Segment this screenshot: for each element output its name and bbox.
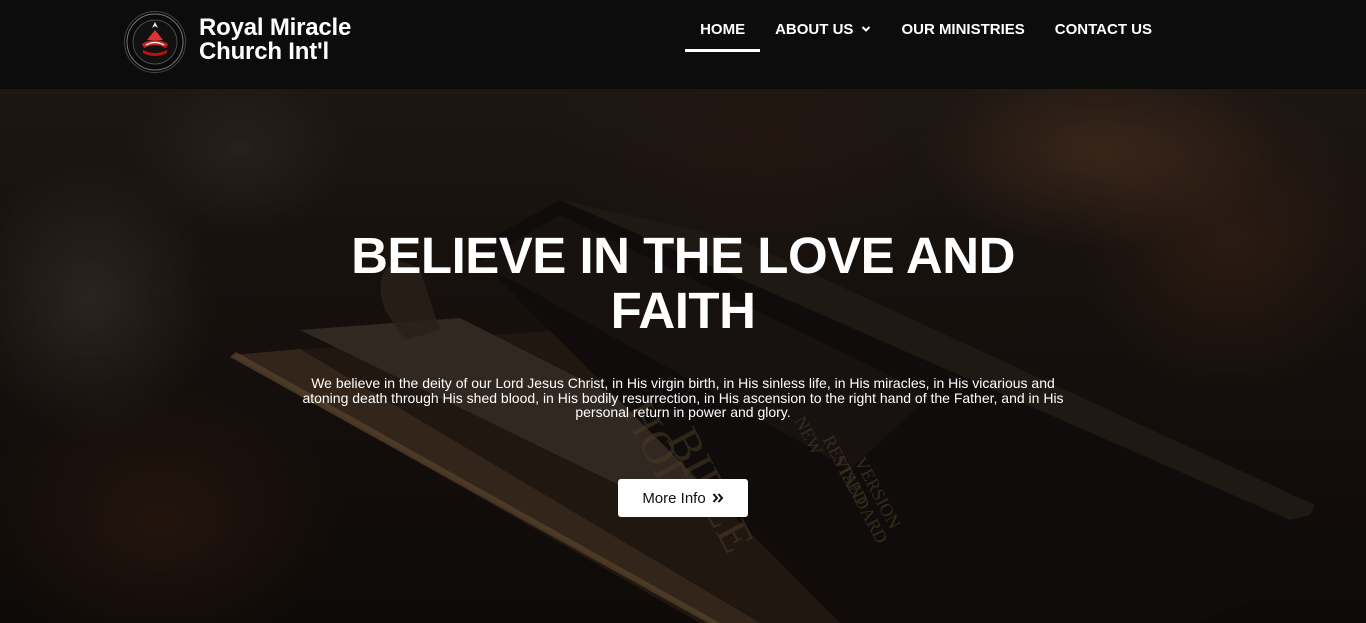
nav-item-about-us[interactable]: ABOUT US (775, 0, 871, 51)
more-info-button[interactable]: More Info (618, 479, 748, 517)
nav-item-contact-us[interactable]: CONTACT US (1055, 0, 1152, 51)
main-navigation: HOME ABOUT US OUR MINISTRIES CONTACT US (670, 0, 1152, 89)
nav-contact-label: CONTACT US (1054, 21, 1152, 38)
nav-home-label: HOME (700, 21, 746, 38)
more-info-label: More Info (642, 489, 706, 507)
hero-title: BELIEVE IN THE LOVE AND FAITH (351, 227, 1015, 339)
chevron-down-icon (862, 26, 871, 32)
nav-ministries-label: OUR MINISTRIES (901, 21, 1025, 38)
church-logo[interactable] (124, 11, 186, 73)
site-title[interactable]: Royal Miracle Church Int'l (199, 16, 351, 64)
double-chevron-right-icon (712, 493, 724, 503)
nav-item-our-ministries[interactable]: OUR MINISTRIES (901, 0, 1024, 51)
nav-item-home[interactable]: HOME (685, 0, 761, 52)
site-header: Royal Miracle Church Int'l HOME ABOUT US… (0, 0, 1366, 89)
church-logo-emblem-icon (126, 13, 184, 71)
nav-about-label: ABOUT US (775, 21, 854, 38)
site-title-line-1: Royal Miracle (199, 14, 352, 41)
site-title-line-2: Church Int'l (199, 38, 329, 65)
hero-description: We believe in the deity of our Lord Jesu… (302, 375, 1064, 420)
